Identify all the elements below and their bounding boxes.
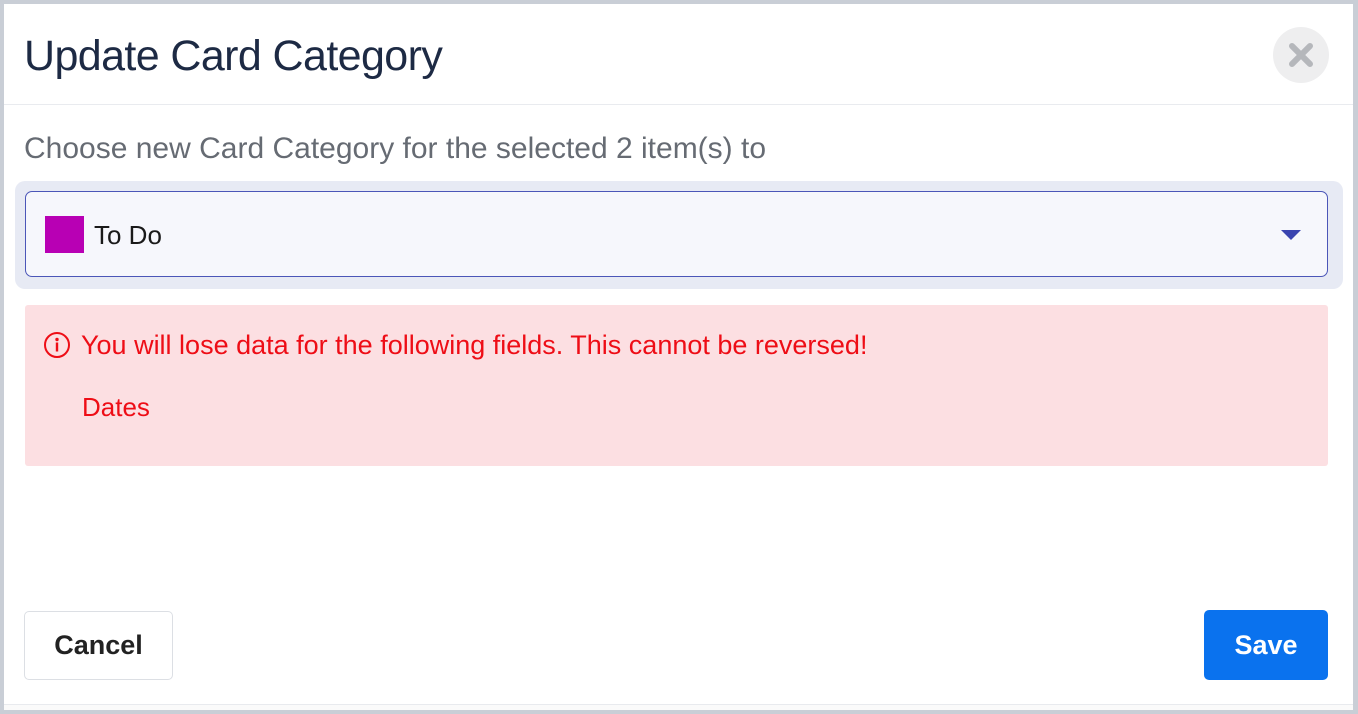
dialog-prompt: Choose new Card Category for the selecte… — [24, 132, 767, 165]
dialog-title: Update Card Category — [24, 32, 443, 80]
caret-down-icon — [1281, 230, 1301, 240]
data-loss-warning: You will lose data for the following fie… — [25, 305, 1328, 466]
dialog-bottom-edge — [4, 704, 1353, 710]
card-category-select[interactable]: To Do — [25, 191, 1328, 277]
warning-message: You will lose data for the following fie… — [81, 330, 868, 360]
selected-category-label: To Do — [94, 220, 162, 250]
update-card-category-dialog: Update Card Category Choose new Card Cat… — [4, 4, 1353, 710]
save-button[interactable]: Save — [1204, 610, 1328, 680]
category-color-swatch — [45, 216, 84, 253]
cancel-button[interactable]: Cancel — [24, 611, 173, 680]
dialog-header: Update Card Category — [4, 4, 1353, 105]
close-button[interactable] — [1273, 27, 1329, 83]
info-circle-icon — [44, 332, 70, 358]
close-icon — [1289, 43, 1313, 67]
affected-field-dates: Dates — [82, 392, 150, 422]
